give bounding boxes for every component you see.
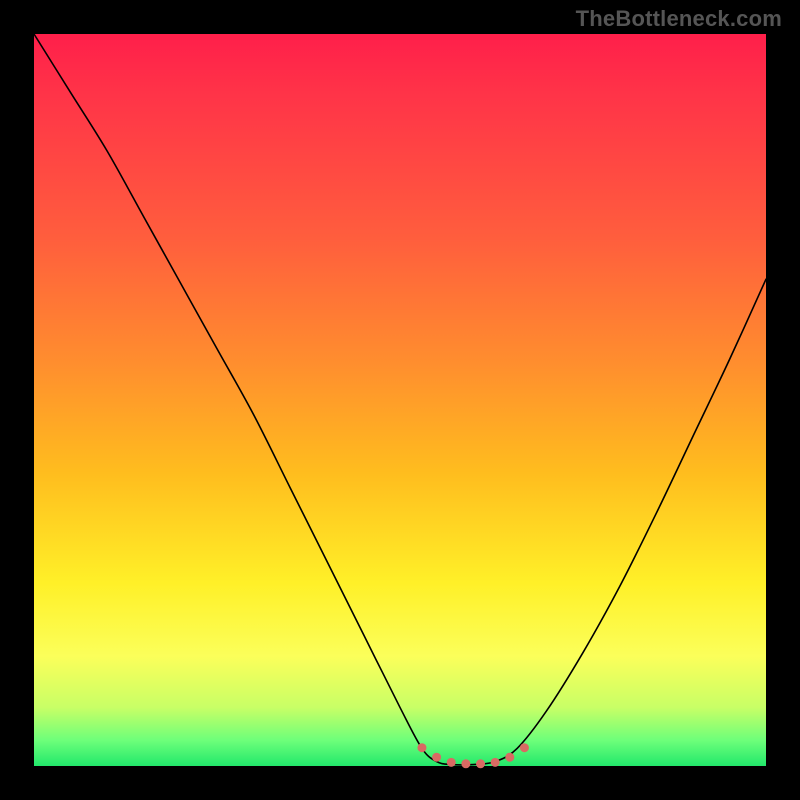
minimum-band-marker [417, 743, 426, 752]
minimum-band-marker [461, 759, 470, 768]
chart-frame: TheBottleneck.com [0, 0, 800, 800]
minimum-band-marker [447, 758, 456, 767]
chart-plot-area [34, 34, 766, 766]
minimum-band-marker [491, 758, 500, 767]
minimum-band-marker [505, 753, 514, 762]
minimum-band-marker [432, 753, 441, 762]
bottleneck-curve [34, 34, 766, 765]
watermark-text: TheBottleneck.com [576, 6, 782, 32]
minimum-band-marker [520, 743, 529, 752]
minimum-band-marker [476, 759, 485, 768]
chart-overlay-svg [34, 34, 766, 766]
